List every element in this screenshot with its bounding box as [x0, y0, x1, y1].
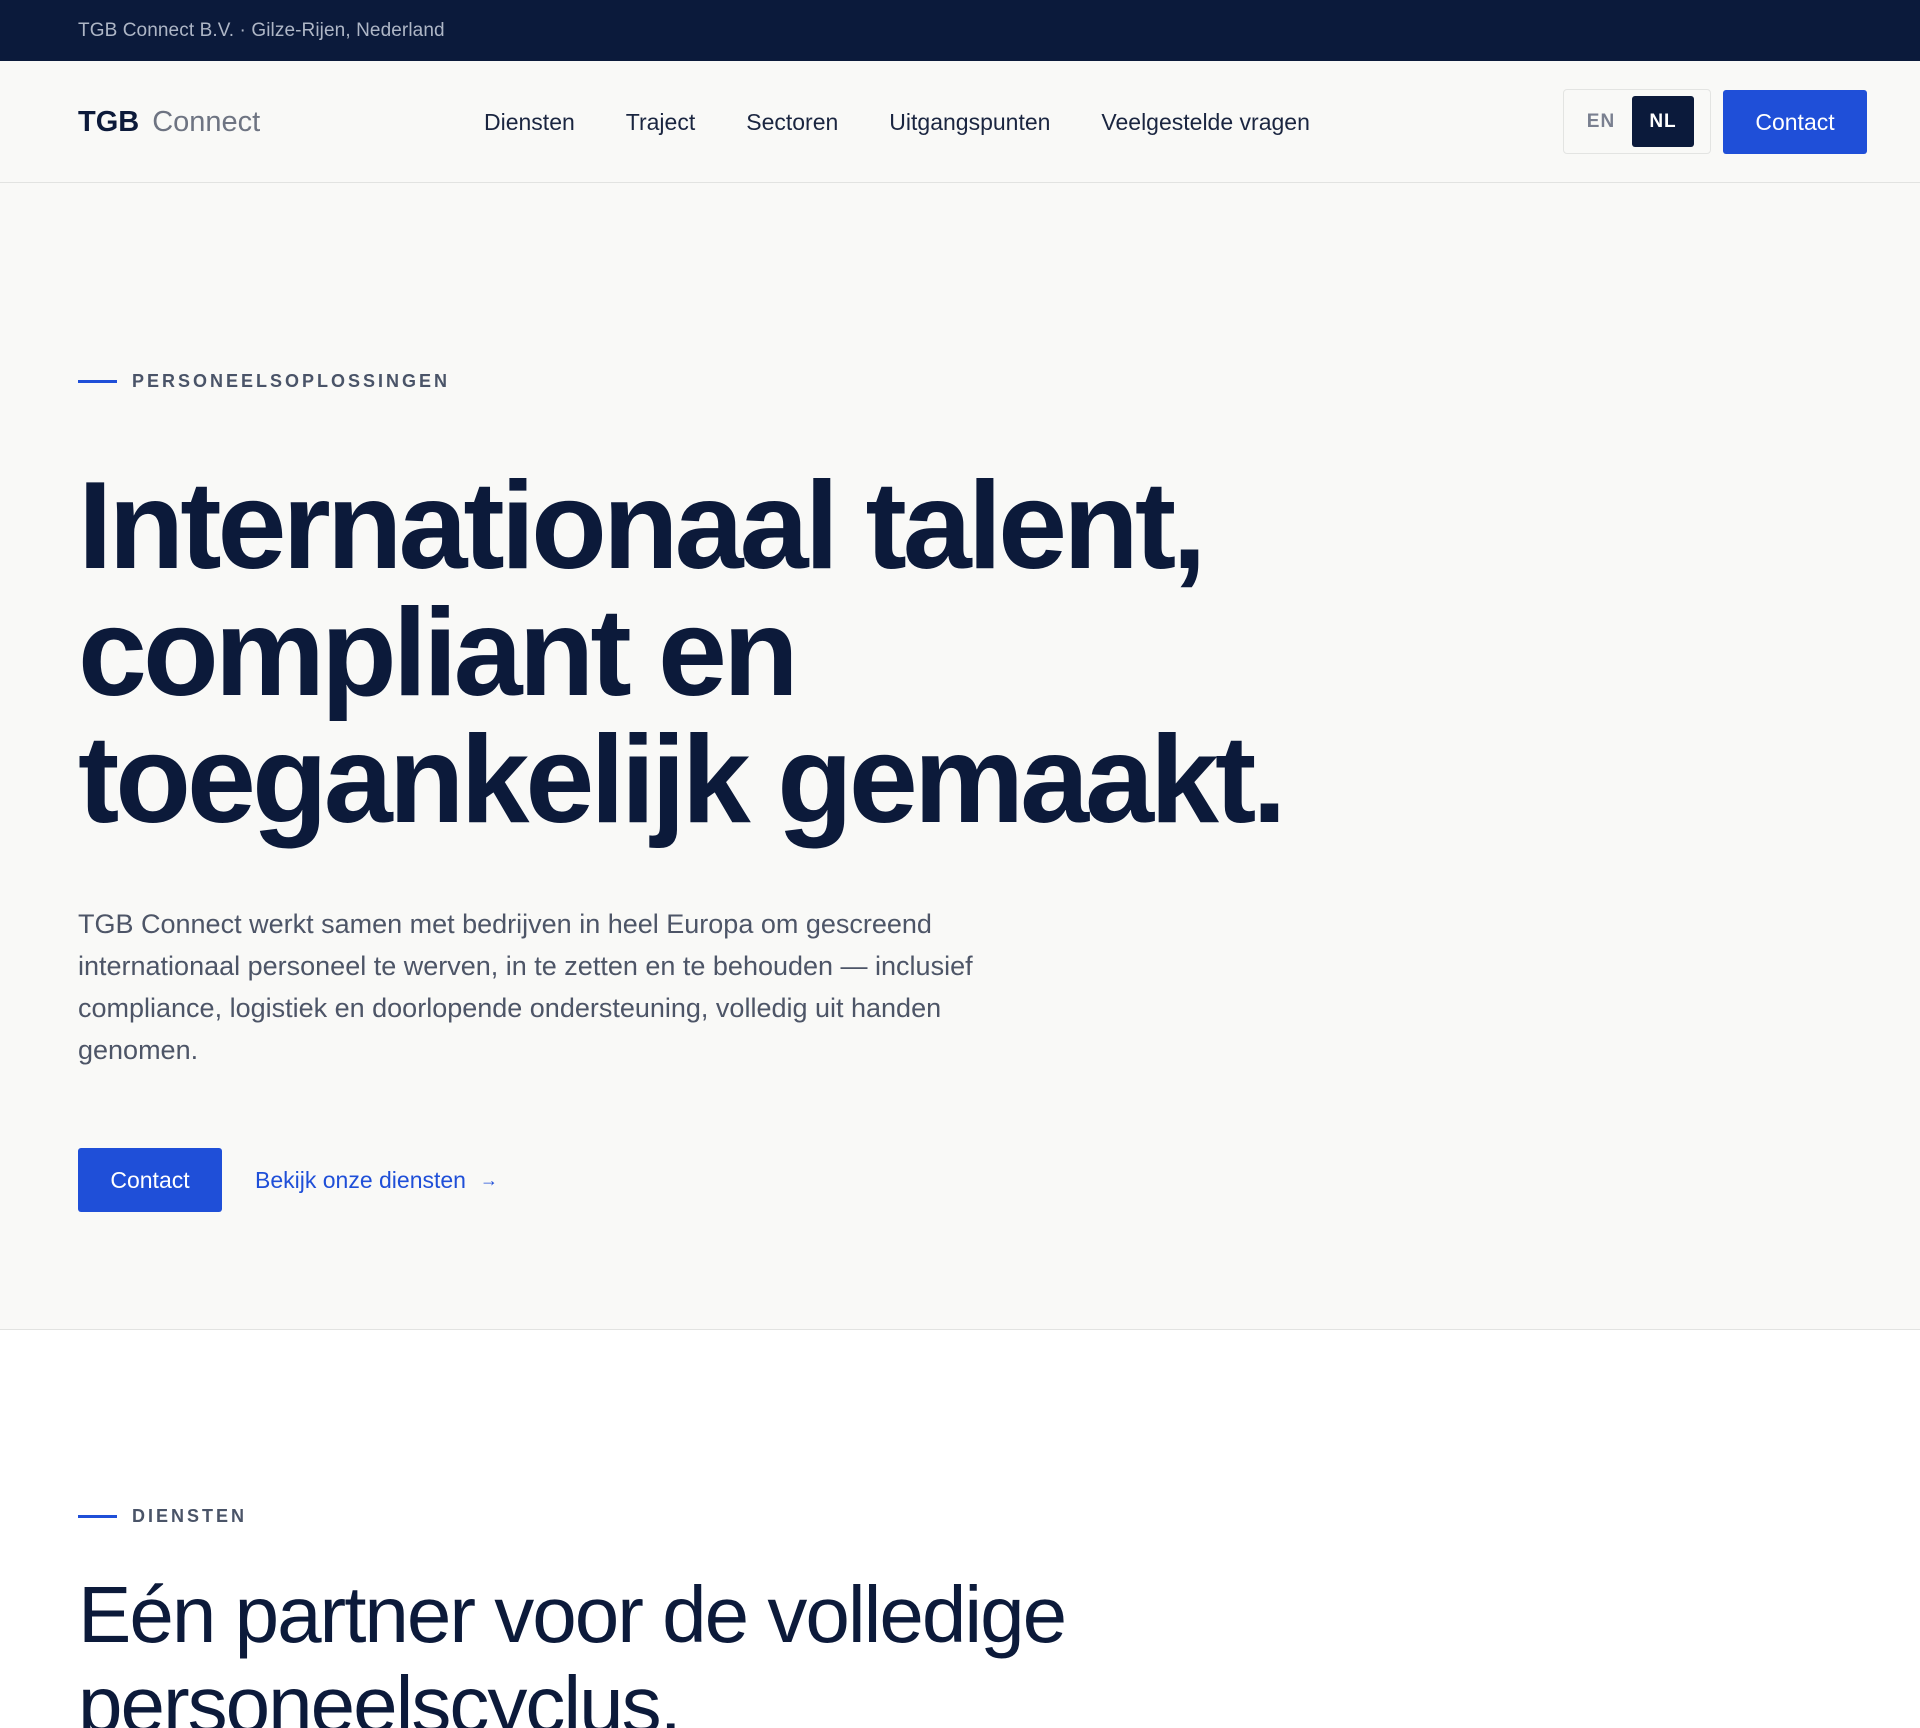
arrow-right-icon: →: [479, 1169, 498, 1190]
hero-description: TGB Connect werkt samen met bedrijven in…: [78, 909, 973, 1065]
logo-strong-text: TGB: [78, 105, 140, 138]
hero-title-line-2: compliant en: [78, 584, 799, 722]
hero-title: Internationaal talent, compliant en toeg…: [78, 463, 1378, 844]
nav-item-traject[interactable]: Traject: [626, 109, 695, 136]
hero-contact-button[interactable]: Contact: [78, 1148, 222, 1212]
view-services-link-label: Bekijk onze diensten: [255, 1166, 466, 1193]
services-eyebrow-label: DIENSTEN: [132, 1506, 248, 1526]
eyebrow-accent-line: [78, 1515, 117, 1518]
lang-en-button[interactable]: EN: [1570, 96, 1632, 147]
hero-eyebrow-label: PERSONEELSOPLOSSINGEN: [132, 371, 451, 391]
services-section: DIENSTEN Eén partner voor de volledige p…: [0, 1330, 1920, 1728]
services-title: Eén partner voor de volledige personeels…: [78, 1570, 1378, 1728]
services-title-line-1: Eén partner voor de volledige: [78, 1570, 1067, 1659]
header-contact-button[interactable]: Contact: [1723, 90, 1867, 154]
site-header: TGB Connect Diensten Traject Sectoren Ui…: [0, 61, 1920, 183]
lang-nl-button[interactable]: NL: [1632, 96, 1694, 147]
main-navigation: Diensten Traject Sectoren Uitgangspunten…: [484, 61, 1361, 183]
nav-item-diensten[interactable]: Diensten: [484, 109, 575, 136]
company-location-text: TGB Connect B.V. · Gilze-Rijen, Nederlan…: [78, 19, 445, 41]
top-info-bar: TGB Connect B.V. · Gilze-Rijen, Nederlan…: [0, 0, 1920, 61]
nav-item-uitgangspunten[interactable]: Uitgangspunten: [889, 109, 1050, 136]
hero-section: PERSONEELSOPLOSSINGEN Internationaal tal…: [0, 183, 1920, 1330]
hero-eyebrow: PERSONEELSOPLOSSINGEN: [78, 371, 450, 392]
logo-light-text: Connect: [152, 105, 261, 138]
services-title-line-2: personeelscyclus.: [78, 1660, 682, 1728]
eyebrow-accent-line: [78, 380, 117, 383]
nav-item-sectoren[interactable]: Sectoren: [746, 109, 838, 136]
view-services-link[interactable]: Bekijk onze diensten →: [255, 1148, 498, 1212]
hero-title-line-1: Internationaal talent,: [78, 457, 1207, 595]
logo[interactable]: TGB Connect: [78, 61, 260, 183]
hero-title-line-3: toegankelijk gemaakt.: [78, 711, 1287, 849]
language-switcher: EN NL: [1563, 89, 1711, 154]
services-eyebrow: DIENSTEN: [78, 1506, 247, 1527]
nav-item-veelgestelde-vragen[interactable]: Veelgestelde vragen: [1101, 109, 1309, 136]
